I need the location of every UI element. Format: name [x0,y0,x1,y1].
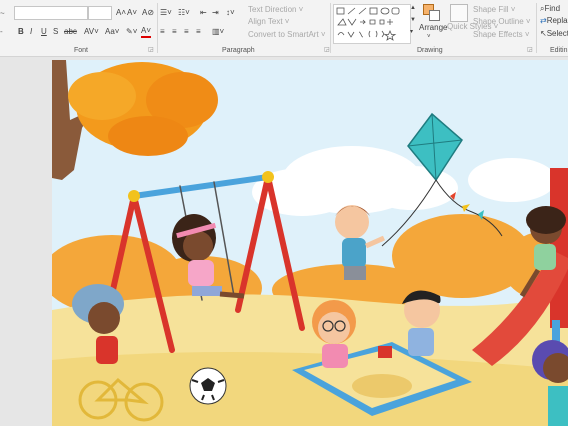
find-button[interactable]: ⌕Find [540,3,560,15]
highlight-button[interactable]: ✎˅ [126,26,137,38]
align-text-button[interactable]: Align Text ˅ [248,16,289,28]
italic-button[interactable]: I [30,26,32,38]
replace-icon: ⇄ [540,16,547,25]
decrease-indent-button[interactable]: ⇤ [200,7,207,19]
drawing-group-label: Drawing [417,47,443,54]
clear-format-button[interactable]: A⊘ [142,7,154,19]
shadow-button[interactable]: S [53,26,58,38]
select-label: Select [546,29,568,38]
shrink-font-button[interactable]: A˅ [127,7,137,19]
font-color-button[interactable]: A˅ [141,26,152,38]
line-spacing-button[interactable]: ↕˅ [226,7,235,19]
replace-button[interactable]: ⇄Replac [540,15,568,27]
slide-canvas[interactable] [52,60,568,426]
change-case-button[interactable]: Aa˅ [105,26,119,38]
ribbon-left-fragment: ~ [0,9,5,18]
increase-indent-button[interactable]: ⇥ [212,7,219,19]
font-dialog-launcher[interactable]: ◲ [148,46,154,53]
arrange-icon [423,4,440,21]
quick-styles-icon [450,4,468,22]
align-center-button[interactable]: ≡ [172,26,177,38]
paragraph-group-label: Paragraph [222,47,255,54]
font-group-label: Font [74,47,89,54]
font-group: A˄ A˅ A⊘ B I U S abc AV˅ Aa˅ ✎˅ A˅ Font … [8,0,158,56]
shape-fill-button[interactable]: Shape Fill ˅ [473,4,515,16]
font-name-combobox[interactable] [14,6,88,20]
shape-outline-button[interactable]: Shape Outline ˅ [473,16,531,28]
underline-button[interactable]: U [41,26,47,38]
align-right-button[interactable]: ≡ [184,26,189,38]
arrange-button[interactable]: Arrange [419,22,447,34]
paragraph-group: ☰˅ ☷˅ ⇤ ⇥ ↕˅ Text Direction ˅ Align Text… [158,0,330,56]
replace-label: Replac [546,16,568,25]
shapes-gallery-icons [336,7,400,41]
align-left-button[interactable]: ≡ [160,26,165,38]
ribbon-left-fragment-2: - [0,27,3,36]
ribbon: ~ - A˄ A˅ A⊘ B I U S abc AV˅ Aa˅ ✎˅ A˅ F… [0,0,568,57]
select-button[interactable]: ↖Select [540,28,568,40]
shape-effects-button[interactable]: Shape Effects ˅ [473,29,530,41]
shapes-gallery[interactable] [333,4,411,44]
drawing-group: ▲ ▼ ▾ Arrange ˅ Quick Styles ˅ Shape Fil… [331,0,537,56]
bullets-button[interactable]: ☰˅ [160,7,172,19]
justify-button[interactable]: ≡ [196,26,201,38]
text-direction-button[interactable]: Text Direction ˅ [248,4,303,16]
editing-group-label: Editin [550,47,568,54]
character-spacing-button[interactable]: AV˅ [84,26,99,38]
drawing-dialog-launcher[interactable]: ◲ [527,46,533,53]
shapes-scroll-down[interactable]: ▼ [410,14,416,26]
playground-illustration [52,60,568,426]
select-icon: ↖ [540,29,547,38]
editing-group: ⌕Find ⇄Replac ↖Select Editin [537,0,568,56]
strikethrough-button[interactable]: abc [64,26,77,38]
paragraph-dialog-launcher[interactable]: ◲ [324,46,330,53]
soccer-ball [189,367,227,405]
find-label: Find [544,4,561,13]
bold-button[interactable]: B [18,26,24,38]
columns-button[interactable]: ▥˅ [212,26,224,38]
shapes-scroll-up[interactable]: ▲ [410,2,416,14]
arrange-chevron: ˅ [427,34,431,40]
numbering-button[interactable]: ☷˅ [178,7,190,19]
quick-styles-label[interactable]: Quick Styles ˅ [447,22,498,31]
convert-smartart-button[interactable]: Convert to SmartArt ˅ [248,29,326,41]
grow-font-button[interactable]: A˄ [116,7,126,19]
font-size-combobox[interactable] [88,6,112,20]
shapes-more[interactable]: ▾ [410,26,413,38]
